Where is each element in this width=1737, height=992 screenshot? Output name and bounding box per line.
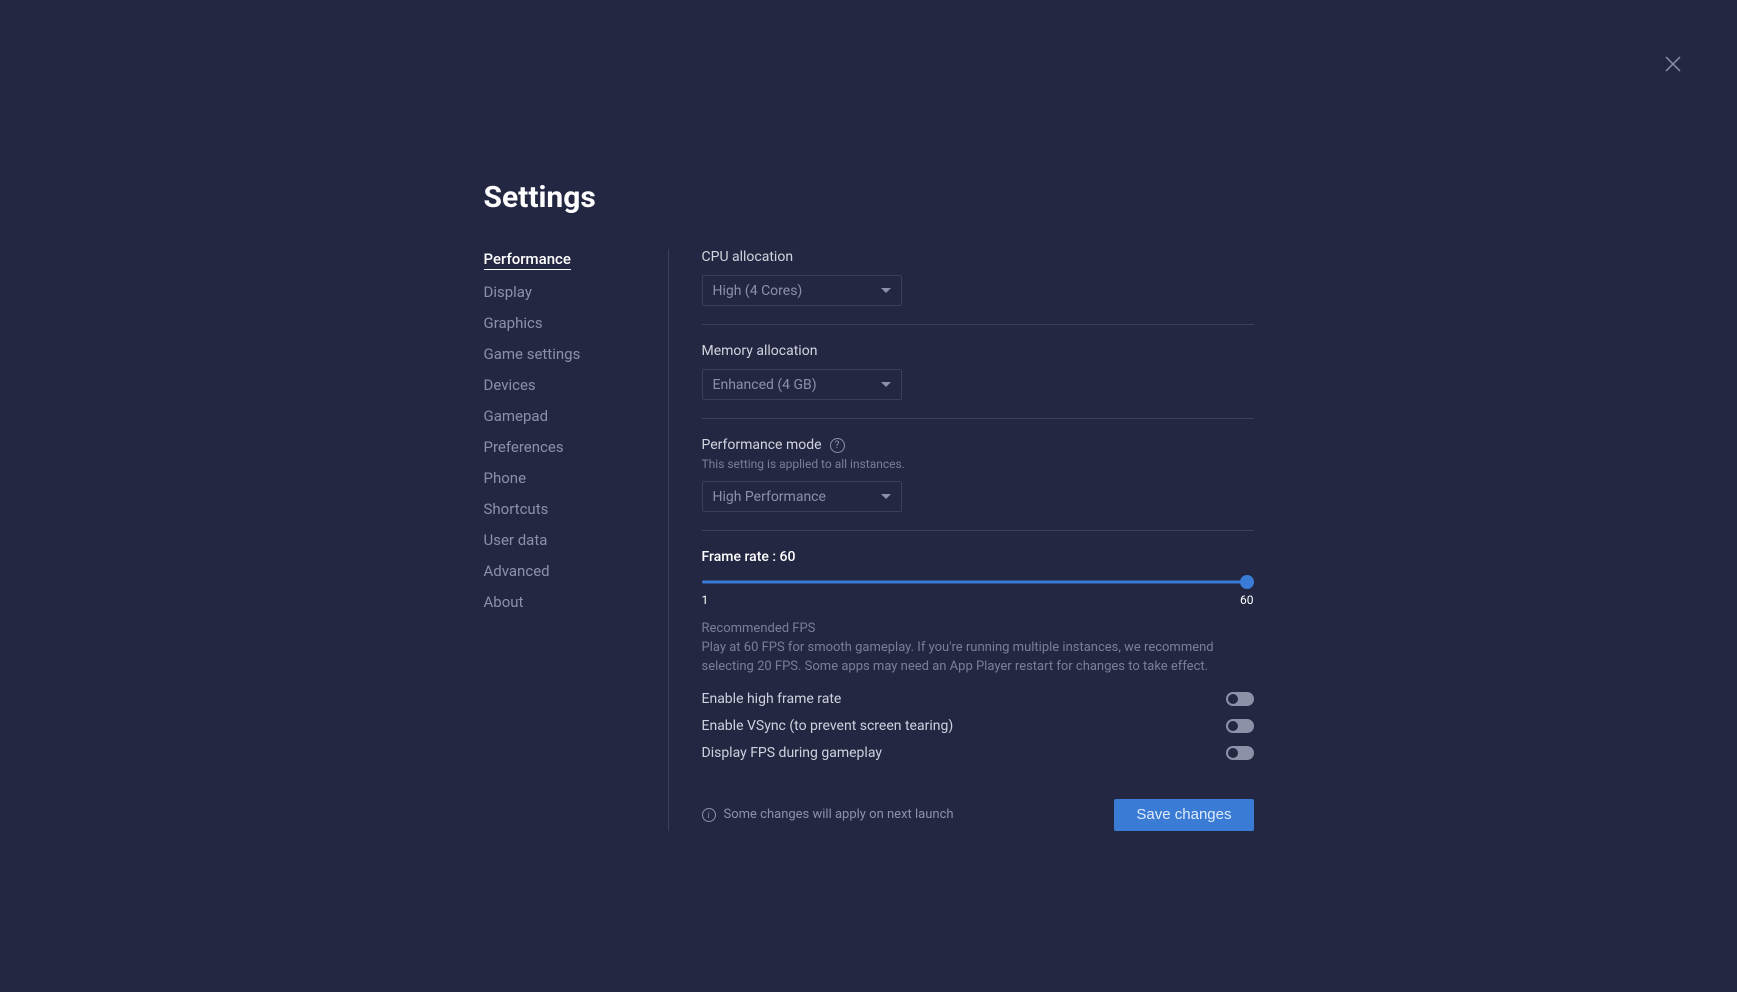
enable-high-frame-rate-label: Enable high frame rate <box>702 691 842 707</box>
frame-rate-label: Frame rate : 60 <box>702 549 1254 565</box>
memory-allocation-label: Memory allocation <box>702 343 1254 359</box>
slider-track <box>702 581 1254 584</box>
memory-allocation-value: Enhanced (4 GB) <box>713 377 817 393</box>
memory-allocation-dropdown[interactable]: Enhanced (4 GB) <box>702 369 902 400</box>
performance-mode-value: High Performance <box>713 489 826 505</box>
sidebar-item-shortcuts[interactable]: Shortcuts <box>484 500 648 518</box>
display-fps-toggle[interactable] <box>1226 746 1254 760</box>
help-icon[interactable]: ? <box>830 438 845 453</box>
page-title: Settings <box>484 180 1254 215</box>
sidebar-item-user-data[interactable]: User data <box>484 531 648 549</box>
sidebar-item-gamepad[interactable]: Gamepad <box>484 407 648 425</box>
performance-mode-dropdown[interactable]: High Performance <box>702 481 902 512</box>
sidebar-item-performance[interactable]: Performance <box>484 250 571 270</box>
frame-rate-max: 60 <box>1240 593 1254 607</box>
chevron-down-icon <box>881 382 891 387</box>
cpu-allocation-dropdown[interactable]: High (4 Cores) <box>702 275 902 306</box>
frame-rate-min: 1 <box>702 593 709 607</box>
performance-mode-sublabel: This setting is applied to all instances… <box>702 457 1254 471</box>
sidebar-item-phone[interactable]: Phone <box>484 469 648 487</box>
toggle-knob <box>1228 694 1238 704</box>
enable-high-frame-rate-toggle[interactable] <box>1226 692 1254 706</box>
frame-rate-slider[interactable] <box>702 575 1254 589</box>
sidebar-item-advanced[interactable]: Advanced <box>484 562 648 580</box>
settings-main: CPU allocation High (4 Cores) Memory all… <box>669 249 1254 831</box>
sidebar-item-graphics[interactable]: Graphics <box>484 314 648 332</box>
performance-mode-label: Performance mode <box>702 437 822 453</box>
sidebar-item-devices[interactable]: Devices <box>484 376 648 394</box>
sidebar-item-display[interactable]: Display <box>484 283 648 301</box>
recommended-fps-body: Play at 60 FPS for smooth gameplay. If y… <box>702 639 1254 677</box>
toggle-knob <box>1228 748 1238 758</box>
enable-vsync-label: Enable VSync (to prevent screen tearing) <box>702 718 954 734</box>
sidebar-item-game-settings[interactable]: Game settings <box>484 345 648 363</box>
display-fps-label: Display FPS during gameplay <box>702 745 882 761</box>
save-changes-button[interactable]: Save changes <box>1114 799 1253 831</box>
close-button[interactable] <box>1661 52 1685 76</box>
settings-sidebar: Performance Display Graphics Game settings D… <box>484 249 669 831</box>
cpu-allocation-value: High (4 Cores) <box>713 283 803 299</box>
sidebar-item-preferences[interactable]: Preferences <box>484 438 648 456</box>
cpu-allocation-label: CPU allocation <box>702 249 1254 265</box>
sidebar-item-about[interactable]: About <box>484 593 648 611</box>
info-icon: i <box>702 808 716 822</box>
chevron-down-icon <box>881 288 891 293</box>
launch-notice: Some changes will apply on next launch <box>724 807 954 822</box>
chevron-down-icon <box>881 494 891 499</box>
recommended-fps-title: Recommended FPS <box>702 621 1254 636</box>
close-icon <box>1665 56 1681 72</box>
slider-thumb[interactable] <box>1240 575 1254 589</box>
enable-vsync-toggle[interactable] <box>1226 719 1254 733</box>
toggle-knob <box>1228 721 1238 731</box>
